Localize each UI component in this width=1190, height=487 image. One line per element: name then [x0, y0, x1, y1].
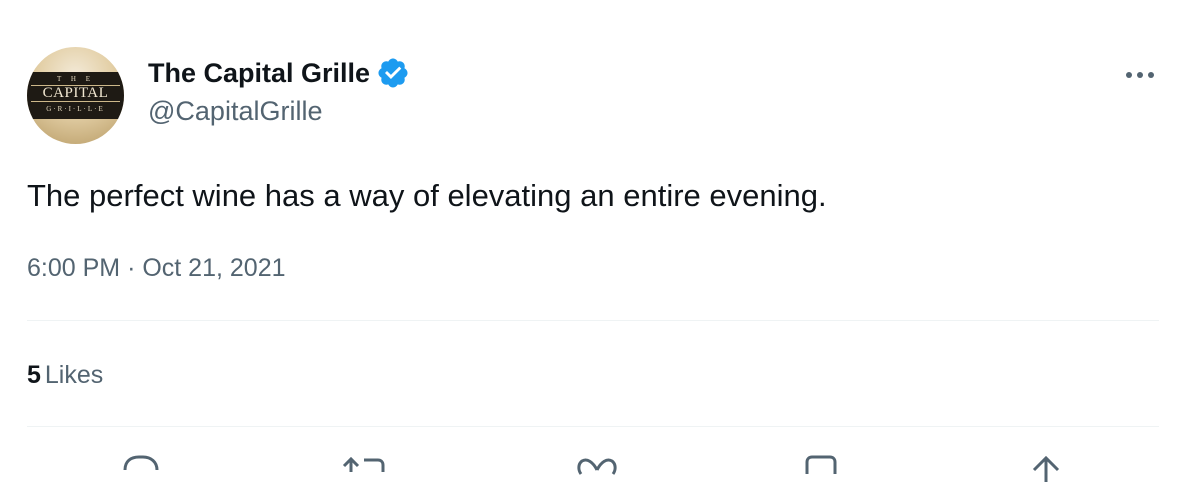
verified-badge-icon[interactable]: [376, 56, 410, 90]
reply-button[interactable]: [117, 452, 165, 482]
likes-label: Likes: [44, 361, 104, 389]
avatar-logo-bottom: G·R·I·L·L·E: [46, 105, 105, 113]
tweet-time: 6:00 PM: [27, 254, 121, 282]
author-handle[interactable]: @CapitalGrille: [148, 96, 322, 127]
retweet-icon: [342, 456, 385, 472]
like-button[interactable]: [573, 452, 621, 482]
author-name-row: The Capital Grille: [148, 56, 410, 90]
bookmark-icon: [805, 455, 837, 474]
tweet-timestamp[interactable]: 6:00 PM · Oct 21, 2021: [27, 250, 286, 286]
share-icon: [1032, 455, 1060, 482]
avatar-logo-top: T H E: [57, 75, 94, 83]
divider-top: [27, 320, 1159, 321]
share-button[interactable]: [1022, 452, 1070, 482]
author-display-name[interactable]: The Capital Grille: [148, 58, 370, 89]
retweet-button[interactable]: [340, 452, 388, 482]
tweet-text: The perfect wine has a way of elevating …: [27, 178, 827, 213]
avatar-logo: T H E CAPITAL G·R·I·L·L·E: [27, 72, 124, 119]
bookmark-button[interactable]: [797, 452, 845, 482]
like-icon: [577, 458, 617, 475]
avatar-logo-middle: CAPITAL: [31, 85, 120, 102]
likes-count: 5: [27, 361, 41, 389]
ellipsis-icon: [1126, 72, 1154, 78]
reply-icon: [123, 455, 159, 471]
likes-stat[interactable]: 5 Likes: [27, 357, 103, 393]
divider-bottom: [27, 426, 1159, 427]
tweet-date: Oct 21, 2021: [142, 254, 286, 282]
author-avatar[interactable]: T H E CAPITAL G·R·I·L·L·E: [27, 47, 124, 144]
timestamp-separator: ·: [127, 254, 136, 282]
tweet-card: T H E CAPITAL G·R·I·L·L·E The Capital Gr…: [0, 0, 1190, 482]
more-options-button[interactable]: [1118, 60, 1162, 90]
